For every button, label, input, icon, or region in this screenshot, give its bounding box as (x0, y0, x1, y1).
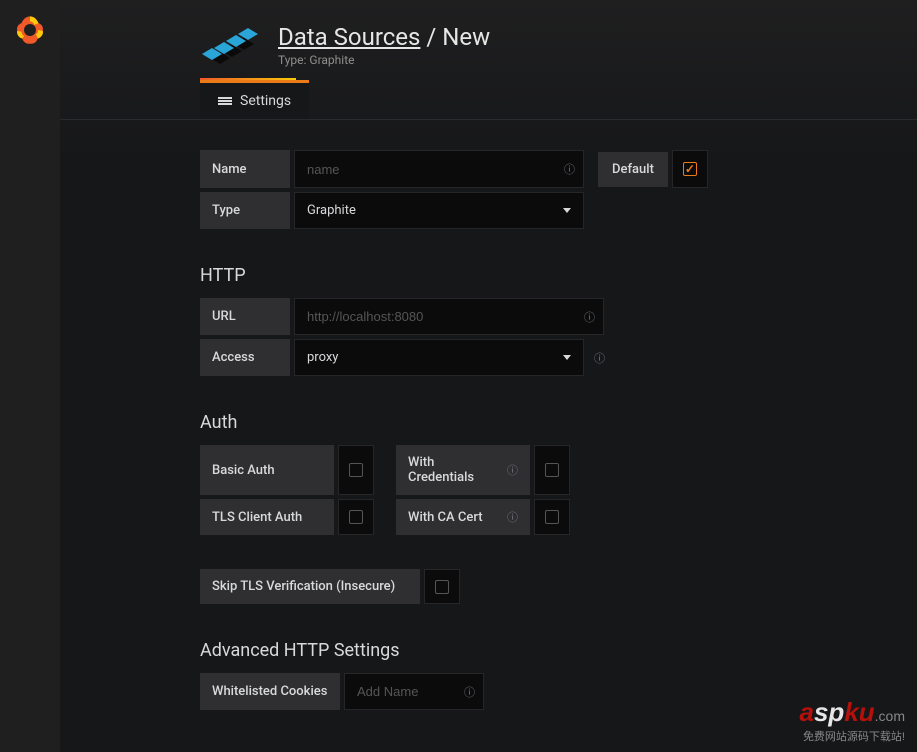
sidebar (0, 0, 60, 752)
section-advanced: Advanced HTTP Settings (200, 640, 777, 661)
breadcrumb-current: New (442, 23, 490, 51)
whitelisted-input[interactable] (357, 674, 458, 709)
name-label: Name (200, 150, 290, 188)
whitelisted-cookies-label: Whitelisted Cookies (200, 673, 340, 710)
skip-tls-checkbox[interactable] (424, 569, 460, 604)
tabs-bar: Settings (60, 80, 917, 120)
whitelisted-input-wrap: ⓘ (344, 673, 484, 710)
with-ca-cert-checkbox[interactable] (534, 499, 570, 535)
info-icon[interactable]: ⓘ (564, 161, 575, 177)
tab-settings[interactable]: Settings (200, 80, 309, 119)
type-label: Type (200, 192, 290, 229)
title-block: Data Sources / New Type: Graphite (278, 23, 490, 67)
page-subtitle: Type: Graphite (278, 53, 490, 67)
default-checkbox[interactable]: ✓ (672, 150, 708, 188)
url-input-wrap: ⓘ (294, 298, 604, 335)
section-auth: Auth (200, 412, 777, 433)
form-content: Name ⓘ Default ✓ Type Graphite HTTP URL (60, 120, 917, 734)
type-select[interactable]: Graphite (294, 192, 584, 229)
grafana-logo-icon[interactable] (10, 10, 50, 50)
access-label: Access (200, 339, 290, 376)
info-icon[interactable]: ⓘ (507, 509, 518, 525)
name-input[interactable] (307, 152, 558, 187)
access-select[interactable]: proxy (294, 339, 584, 376)
info-icon[interactable]: ⓘ (464, 684, 475, 700)
tls-client-auth-label: TLS Client Auth (200, 499, 334, 535)
with-ca-cert-label: With CA Cert ⓘ (396, 499, 530, 535)
datasource-graphite-icon (200, 20, 260, 70)
url-label: URL (200, 298, 290, 335)
with-credentials-checkbox[interactable] (534, 445, 570, 495)
skip-tls-label: Skip TLS Verification (Insecure) (200, 569, 420, 604)
with-credentials-label: With Credentials ⓘ (396, 445, 530, 495)
chevron-down-icon (563, 208, 571, 213)
section-http: HTTP (200, 265, 777, 286)
breadcrumb-link-data-sources[interactable]: Data Sources (278, 23, 420, 51)
access-value: proxy (307, 340, 338, 375)
type-value: Graphite (307, 193, 356, 228)
info-icon[interactable]: ⓘ (584, 309, 595, 325)
sliders-icon (218, 95, 232, 107)
info-icon[interactable]: ⓘ (594, 350, 605, 366)
info-icon[interactable]: ⓘ (507, 462, 518, 478)
check-icon: ✓ (685, 162, 695, 176)
watermark: aspku.com 免费网站源码下载站! (799, 697, 905, 744)
basic-auth-checkbox[interactable] (338, 445, 374, 495)
tab-label: Settings (240, 93, 291, 109)
default-label: Default (598, 152, 668, 187)
url-input[interactable] (307, 299, 578, 334)
page-title: Data Sources / New (278, 23, 490, 51)
page-header: Data Sources / New Type: Graphite (60, 0, 917, 80)
main-content: Data Sources / New Type: Graphite Settin… (60, 0, 917, 752)
chevron-down-icon (563, 355, 571, 360)
name-input-wrap: ⓘ (294, 150, 584, 188)
tls-client-auth-checkbox[interactable] (338, 499, 374, 535)
basic-auth-label: Basic Auth (200, 445, 334, 495)
